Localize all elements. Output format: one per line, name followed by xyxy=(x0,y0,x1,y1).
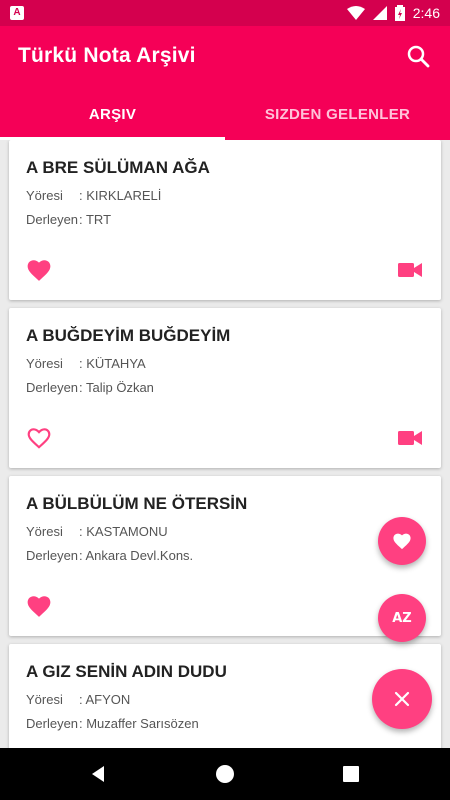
collector-label: Derleyen xyxy=(26,212,79,227)
song-card[interactable]: A BUĞDEYİM BUĞDEYİM Yöresi : KÜTAHYA Derl… xyxy=(9,308,441,468)
back-icon[interactable] xyxy=(86,762,110,786)
close-menu-fab[interactable] xyxy=(372,669,432,729)
heart-filled-icon[interactable] xyxy=(26,258,52,282)
app-title: Türkü Nota Arşivi xyxy=(18,44,196,67)
search-button[interactable] xyxy=(402,40,436,74)
collector-line: Derleyen: TRT xyxy=(26,212,111,227)
region-value: : KIRKLARELİ xyxy=(79,188,162,203)
region-label: Yöresi xyxy=(26,356,63,371)
region-line: Yöresi : AFYON xyxy=(26,692,130,707)
sort-az-fab[interactable]: AZ xyxy=(378,594,426,642)
battery-icon xyxy=(394,5,405,21)
clock: 2:46 xyxy=(412,5,440,21)
collector-value: : Ankara Devl.Kons. xyxy=(79,548,194,563)
collector-line: Derleyen: Talip Özkan xyxy=(26,380,154,395)
collector-label: Derleyen xyxy=(26,380,79,395)
close-icon xyxy=(394,691,410,707)
region-line: Yöresi : KASTAMONU xyxy=(26,524,168,539)
favorites-fab[interactable] xyxy=(378,517,426,565)
region-line: Yöresi : KIRKLARELİ xyxy=(26,188,161,203)
sort-az-label: AZ xyxy=(392,610,412,626)
region-value: : KASTAMONU xyxy=(79,524,168,539)
collector-value: : Muzaffer Sarısözen xyxy=(79,716,199,731)
song-title: A GIZ SENİN ADIN DUDU xyxy=(26,662,227,681)
tab-label: SIZDEN GELENLER xyxy=(264,105,411,123)
recents-icon[interactable] xyxy=(339,762,363,786)
tab-bar: ARŞIV SIZDEN GELENLER xyxy=(0,88,450,140)
heart-icon xyxy=(393,533,411,550)
region-value: : KÜTAHYA xyxy=(79,356,146,371)
collector-value: : TRT xyxy=(79,212,112,227)
collector-label: Derleyen xyxy=(26,716,79,731)
tab-label: ARŞIV xyxy=(88,105,137,123)
song-title: A BUĞDEYİM BUĞDEYİM xyxy=(26,326,231,345)
region-value: : AFYON xyxy=(79,692,131,707)
video-icon[interactable] xyxy=(398,262,422,278)
signal-icon xyxy=(372,6,387,20)
region-label: Yöresi xyxy=(26,692,63,707)
collector-line: Derleyen: Ankara Devl.Kons. xyxy=(26,548,193,563)
song-list[interactable]: A BRE SÜLÜMAN AĞA Yöresi : KIRKLARELİ Der… xyxy=(0,140,450,748)
tab-sizden-gelenler[interactable]: SIZDEN GELENLER xyxy=(225,88,450,140)
tab-arsiv[interactable]: ARŞIV xyxy=(0,88,225,140)
heart-filled-icon[interactable] xyxy=(26,594,52,618)
region-label: Yöresi xyxy=(26,188,63,203)
heart-outline-icon[interactable] xyxy=(26,426,52,450)
collector-value: : Talip Özkan xyxy=(79,380,154,395)
region-label: Yöresi xyxy=(26,524,63,539)
song-title: A BRE SÜLÜMAN AĞA xyxy=(26,158,210,177)
song-card[interactable]: A BÜLBÜLÜM NE ÖTERSİN Yöresi: KASTAMONU … xyxy=(9,476,441,636)
status-bar: A 2:46 xyxy=(0,0,450,26)
song-title: A BÜLBÜLÜM NE ÖTERSİN xyxy=(26,494,248,513)
home-icon[interactable] xyxy=(213,762,237,786)
collector-line: Derleyen: Muzaffer Sarısözen xyxy=(26,716,199,731)
song-card[interactable]: A BRE SÜLÜMAN AĞA Yöresi : KIRKLARELİ Der… xyxy=(9,140,441,300)
app-bar: Türkü Nota Arşivi xyxy=(0,26,450,88)
collector-label: Derleyen xyxy=(26,548,79,563)
search-icon xyxy=(407,45,430,68)
wifi-icon xyxy=(346,6,365,20)
system-nav-bar xyxy=(0,748,450,800)
video-icon[interactable] xyxy=(398,430,422,446)
region-line: Yöresi : KÜTAHYA xyxy=(26,356,146,371)
app-notification-icon: A xyxy=(10,6,24,20)
